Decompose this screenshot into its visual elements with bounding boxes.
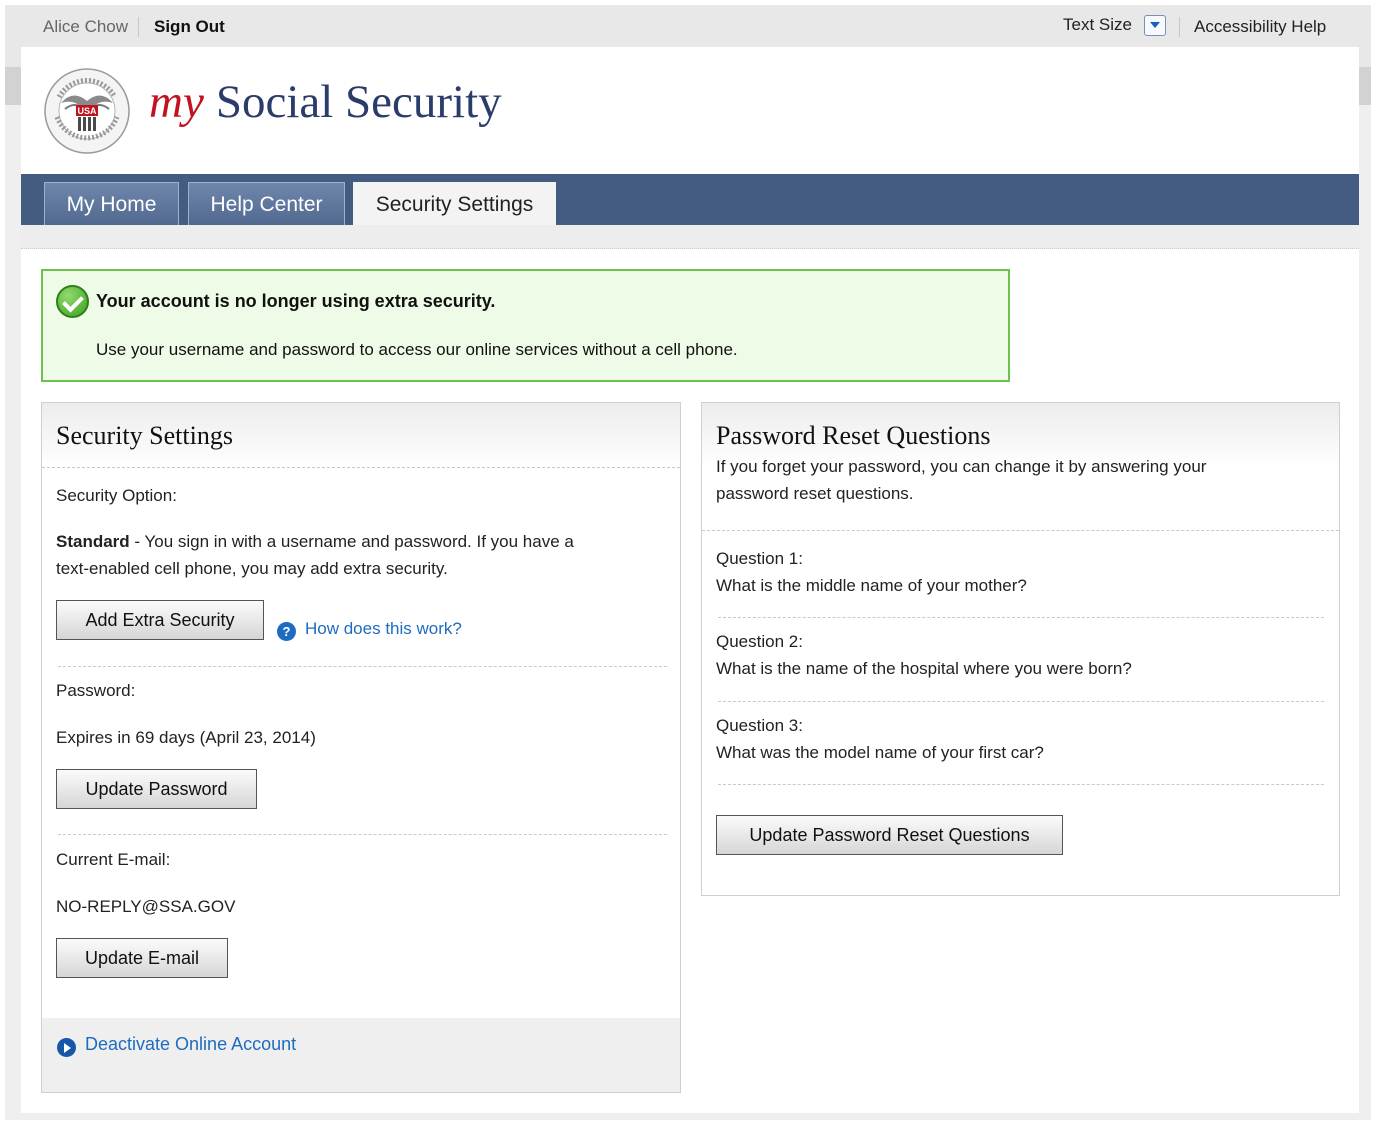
current-email-value: NO-REPLY@SSA.GOV: [56, 897, 236, 916]
update-password-button[interactable]: Update Password: [56, 769, 257, 809]
site-title-my: my: [149, 76, 204, 128]
security-option-standard: Standard: [56, 532, 130, 551]
divider: [702, 530, 1339, 531]
main-nav: My Home Help Center Security Settings: [21, 174, 1359, 226]
divider: [718, 701, 1324, 702]
site-title: my Social Security: [149, 75, 502, 129]
divider: [58, 834, 667, 835]
security-settings-panel: Security Settings Security Option: Stand…: [41, 402, 681, 1093]
reset-intro-2: password reset questions.: [716, 484, 914, 503]
update-reset-questions-button[interactable]: Update Password Reset Questions: [716, 815, 1063, 855]
seal-text: USA: [77, 106, 97, 116]
alert-body: Use your username and password to access…: [96, 340, 738, 359]
password-reset-panel: Password Reset Questions If you forget y…: [701, 402, 1340, 896]
how-does-this-work-link[interactable]: How does this work?: [305, 619, 462, 639]
password-expiry: Expires in 69 days (April 23, 2014): [56, 728, 316, 747]
question-label: Question 3:: [716, 716, 803, 735]
site-title-name: Social Security: [215, 76, 502, 128]
panel-title: Security Settings: [56, 421, 233, 450]
ssa-seal-icon: USA: [44, 68, 130, 154]
current-email-label: Current E-mail:: [56, 850, 171, 869]
text-size-label: Text Size: [1063, 15, 1132, 34]
check-circle-icon: [56, 285, 89, 318]
success-alert: Your account is no longer using extra se…: [41, 269, 1010, 382]
deactivate-account-link[interactable]: Deactivate Online Account: [85, 1034, 296, 1055]
user-name: Alice Chow: [43, 17, 129, 36]
alert-heading: Your account is no longer using extra se…: [96, 291, 496, 311]
divider: [58, 666, 667, 667]
tab-security-settings[interactable]: Security Settings: [353, 182, 556, 226]
text-size-dropdown-icon[interactable]: [1144, 15, 1166, 36]
divider: [718, 617, 1324, 618]
main-card: USA my Social Security My Home Help Cente…: [21, 47, 1359, 1113]
password-label: Password:: [56, 681, 136, 700]
panel-title: Password Reset Questions: [716, 421, 991, 450]
utility-bar: Alice Chow Sign Out Text Size Accessibil…: [5, 5, 1371, 47]
security-option-description-2: text-enabled cell phone, you may add ext…: [56, 559, 448, 578]
question-text: What is the name of the hospital where y…: [716, 659, 1132, 678]
tab-help-center[interactable]: Help Center: [188, 182, 345, 225]
question-label: Question 1:: [716, 549, 803, 568]
header-logo-row: USA my Social Security: [21, 47, 1359, 174]
reset-intro-1: If you forget your password, you can cha…: [716, 457, 1207, 476]
panel-footer: Deactivate Online Account: [42, 1018, 680, 1092]
question-text: What was the model name of your first ca…: [716, 743, 1044, 762]
divider: [718, 784, 1324, 785]
question-text: What is the middle name of your mother?: [716, 576, 1027, 595]
help-question-icon[interactable]: ?: [277, 622, 296, 641]
sign-out-link[interactable]: Sign Out: [154, 17, 225, 37]
security-option-description: Standard - You sign in with a username a…: [56, 532, 574, 551]
nav-subbar: [21, 225, 1359, 249]
panel-header: Security Settings: [42, 403, 680, 467]
arrow-right-circle-icon[interactable]: [57, 1038, 76, 1057]
update-email-button[interactable]: Update E-mail: [56, 938, 228, 978]
accessibility-help-link[interactable]: Accessibility Help: [1194, 17, 1326, 37]
divider: [42, 467, 680, 468]
utility-divider: [1179, 17, 1180, 37]
utility-divider: [138, 17, 139, 37]
question-label: Question 2:: [716, 632, 803, 651]
add-extra-security-button[interactable]: Add Extra Security: [56, 600, 264, 640]
tab-my-home[interactable]: My Home: [44, 182, 179, 225]
security-option-label: Security Option:: [56, 486, 177, 505]
